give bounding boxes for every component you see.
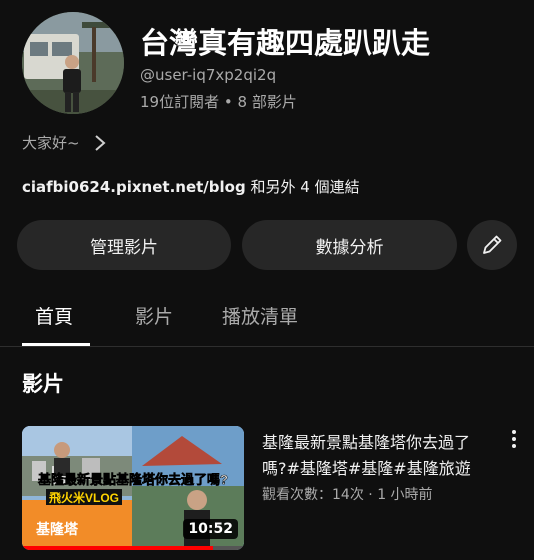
more-vertical-icon [512, 430, 516, 448]
video-thumbnail[interactable]: 基隆最新景點基隆塔你去過了嗎? 飛火米VLOG 基隆塔 10:52 [22, 426, 244, 550]
subscriber-count: 19位訂閱者 [140, 93, 220, 111]
video-count: 8 部影片 [237, 93, 297, 111]
channel-description[interactable]: 大家好~ [22, 132, 106, 153]
channel-avatar[interactable] [22, 12, 124, 114]
tab-videos[interactable]: 影片 [135, 292, 173, 346]
video-more-button[interactable] [500, 428, 528, 456]
section-title: 影片 [22, 372, 64, 396]
stats-separator: • [223, 93, 233, 111]
manage-videos-button[interactable]: 管理影片 [17, 220, 231, 270]
watch-progress-fill [22, 546, 213, 550]
chevron-right-icon [94, 134, 106, 151]
channel-link-url[interactable]: ciafbi0624.pixnet.net/blog [22, 178, 246, 196]
video-age: 1 小時前 [377, 487, 433, 503]
edit-channel-button[interactable] [467, 220, 517, 270]
video-title[interactable]: 基隆最新景點基隆塔你去過了嗎?#基隆塔#基隆#基隆旅遊 [262, 430, 494, 482]
analytics-button[interactable]: 數據分析 [242, 220, 457, 270]
channel-links[interactable]: ciafbi0624.pixnet.net/blog 和另外 4 個連結 [22, 176, 360, 197]
channel-tabs: 首頁 影片 播放清單 [0, 292, 534, 347]
channel-handle: @user-iq7xp2qi2q [140, 66, 277, 84]
channel-stats: 19位訂閱者 • 8 部影片 [140, 91, 297, 112]
channel-name: 台灣真有趣四處趴趴走 [140, 26, 431, 60]
active-tab-indicator [22, 343, 90, 346]
video-views: 觀看次數：14次 [262, 487, 364, 503]
tab-home[interactable]: 首頁 [35, 292, 73, 346]
channel-link-more: 和另外 4 個連結 [245, 178, 360, 196]
thumbnail-sign: 基隆塔 [36, 521, 79, 537]
thumbnail-caption: 基隆最新景點基隆塔你去過了嗎? [37, 472, 228, 487]
thumbnail-brand: 飛火米VLOG [48, 490, 119, 505]
meta-separator: · [368, 487, 373, 503]
video-duration: 10:52 [183, 519, 238, 539]
description-text: 大家好~ [22, 134, 80, 152]
video-meta: 觀看次數：14次 · 1 小時前 [262, 484, 433, 504]
tab-playlists[interactable]: 播放清單 [222, 292, 298, 346]
pencil-icon [483, 235, 502, 254]
avatar-image [22, 12, 124, 114]
